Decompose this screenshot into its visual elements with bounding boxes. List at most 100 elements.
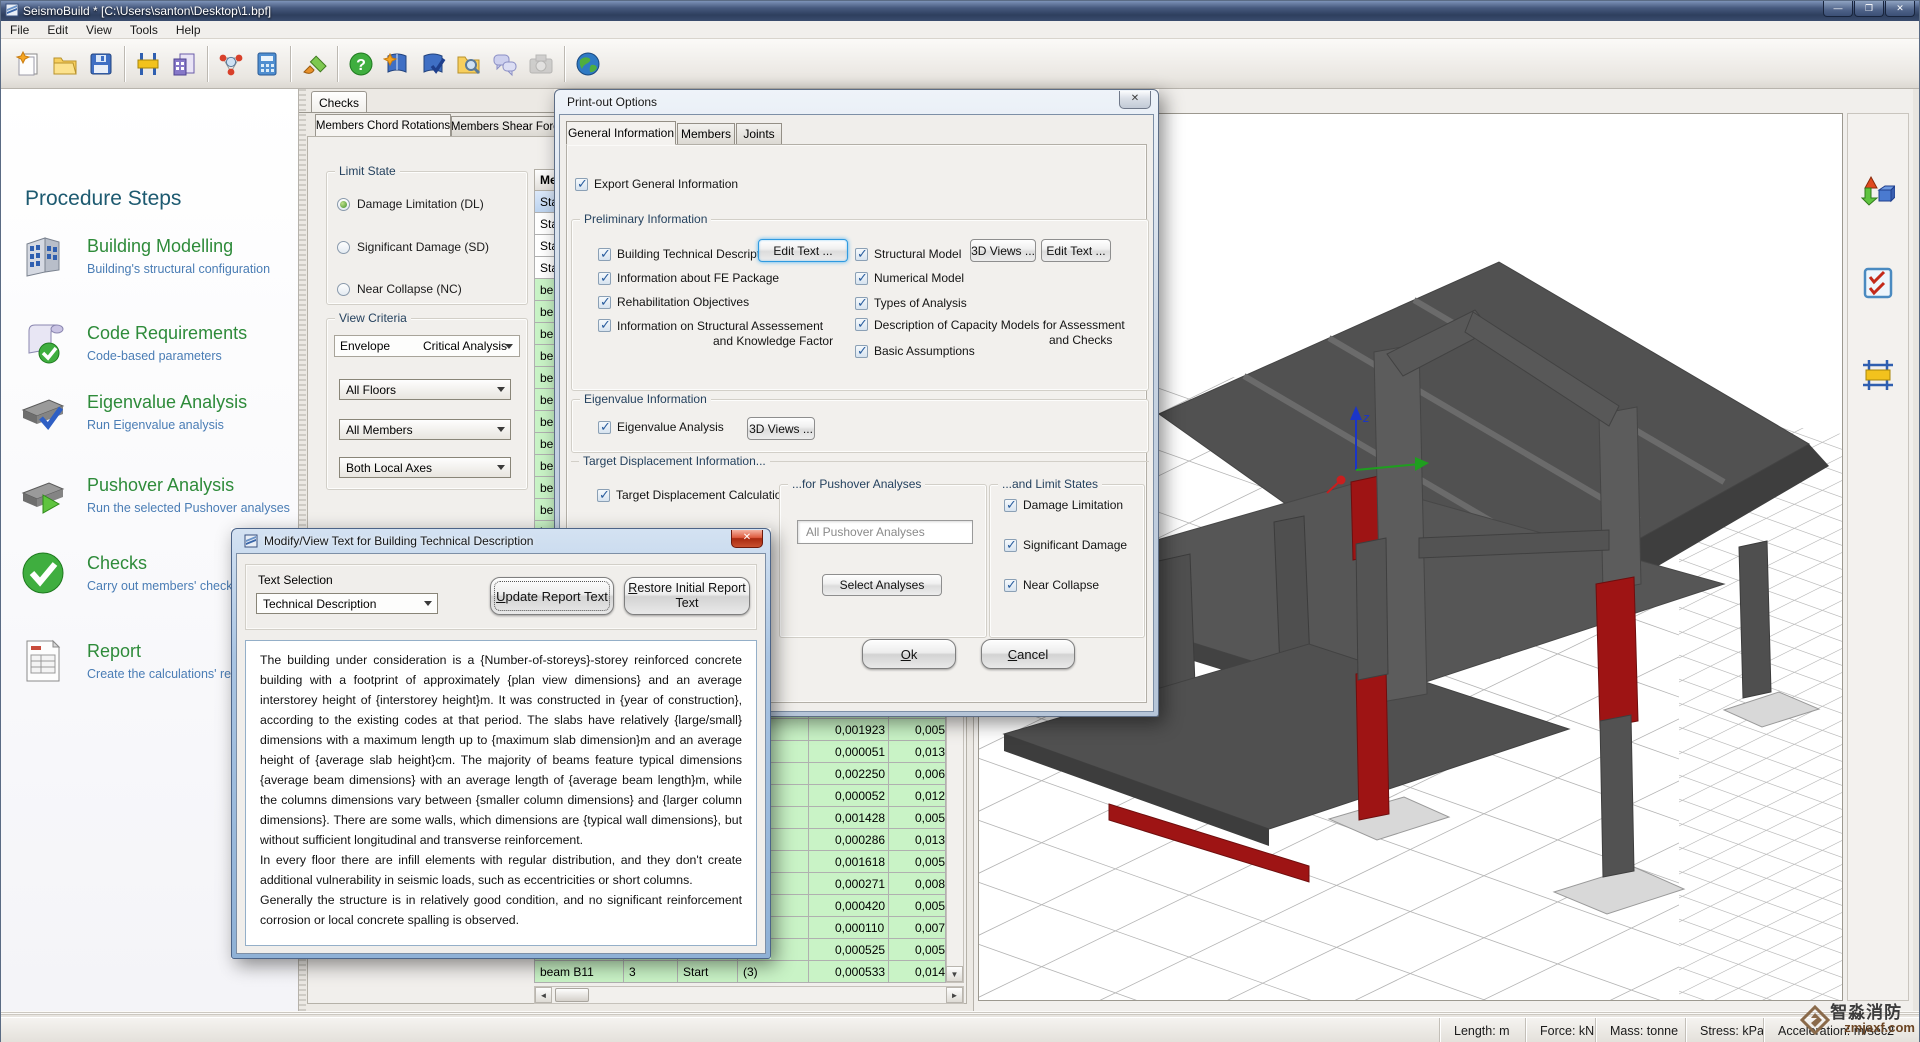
checkbox-information-fe-package[interactable]: Information about FE Package	[598, 271, 779, 285]
checkbox-rehabilitation-objectives[interactable]: Rehabilitation Objectives	[598, 295, 749, 309]
checkbox-types-of-analysis[interactable]: Types of Analysis	[855, 296, 967, 310]
tab-members-chord-rotations[interactable]: Members Chord Rotations	[315, 114, 451, 136]
table-row[interactable]: beam B11 3 Start (3) 0,000533 0,014976	[534, 961, 964, 983]
tab-general-information[interactable]: General Information	[566, 121, 676, 145]
chevron-down-icon	[424, 601, 432, 606]
ok-button[interactable]: Ok	[862, 639, 956, 669]
comments-icon[interactable]	[487, 45, 523, 83]
edit-text-button[interactable]: Edit Text ...	[758, 239, 848, 262]
sidebar-item-building-modelling[interactable]: Building Modelling Building's structural…	[13, 236, 293, 294]
menu-file[interactable]: File	[1, 22, 38, 38]
select-analyses-button[interactable]: Select Analyses	[822, 574, 942, 596]
menu-view[interactable]: View	[77, 22, 121, 38]
axes-dropdown[interactable]: Both Local Axes	[339, 457, 511, 478]
calculator-icon[interactable]	[249, 45, 285, 83]
radio-damage-limitation[interactable]: Damage Limitation (DL)	[337, 197, 484, 211]
slab-check-icon	[19, 388, 67, 436]
building-report-icon[interactable]	[166, 45, 202, 83]
views-3d-button-eigen[interactable]: 3D Views ...	[747, 417, 815, 440]
menu-tools[interactable]: Tools	[121, 22, 167, 38]
folder-search-icon[interactable]	[451, 45, 487, 83]
paragraph: Generally the structure is in relatively…	[260, 890, 742, 930]
pushover-analyses-group: ...for Pushover Analyses All Pushover An…	[779, 484, 987, 638]
limit-states-group: ...and Limit States Damage Limitation Si…	[989, 484, 1145, 638]
sidebar-item-code-requirements[interactable]: Code Requirements Code-based parameters	[13, 323, 293, 381]
help-icon[interactable]: ?	[343, 45, 379, 83]
save-icon[interactable]	[83, 45, 119, 83]
scroll-down-arrow[interactable]: ▼	[946, 966, 963, 982]
table-horizontal-scrollbar[interactable]: ◄ ►	[534, 986, 964, 1004]
tab-members-shear-forces[interactable]: Members Shear Forces	[451, 116, 571, 138]
restore-button[interactable]: ❐	[1854, 1, 1884, 17]
view-criteria-label: View Criteria	[335, 311, 411, 325]
checkbox-label: Significant Damage	[1023, 538, 1127, 552]
floors-dropdown[interactable]: All Floors	[339, 379, 511, 400]
scroll-right-arrow[interactable]: ►	[946, 987, 963, 1003]
radio-near-collapse[interactable]: Near Collapse (NC)	[337, 282, 462, 296]
technical-description-textarea[interactable]: The building under consideration is a {N…	[245, 640, 757, 946]
checkbox-icon	[855, 248, 868, 261]
main-toolbar: ?	[1, 39, 1919, 89]
checkbox-significant-damage[interactable]: Significant Damage	[1004, 538, 1127, 552]
update-report-text-button[interactable]: Update Report Text	[490, 577, 614, 615]
tab-checks[interactable]: Checks	[311, 91, 367, 113]
open-folder-icon[interactable]	[47, 45, 83, 83]
table-cell: 0,000052	[809, 785, 889, 807]
dialog-close-icon[interactable]: ✕	[731, 530, 763, 548]
checkbox-label: Basic Assumptions	[874, 344, 975, 358]
cancel-button[interactable]: Cancel	[981, 639, 1075, 669]
checkbox-export-general[interactable]: Export General Information	[575, 177, 738, 191]
limit-state-group: Limit State Damage Limitation (DL) Signi…	[326, 171, 528, 305]
book-check-icon[interactable]	[415, 45, 451, 83]
orientation-icon[interactable]	[1861, 174, 1895, 208]
edit-text-button-2[interactable]: Edit Text ...	[1041, 239, 1111, 262]
group-label: Preliminary Information	[580, 212, 711, 226]
new-file-icon[interactable]	[11, 45, 47, 83]
checkbox-eigenvalue-analysis[interactable]: Eigenvalue Analysis	[598, 420, 724, 434]
close-button[interactable]: ✕	[1885, 1, 1915, 17]
brush-icon[interactable]	[296, 45, 332, 83]
tab-joints[interactable]: Joints	[736, 123, 782, 145]
members-dropdown[interactable]: All Members	[339, 419, 511, 440]
pushover-analyses-input[interactable]: All Pushover Analyses	[797, 520, 973, 544]
camera-icon[interactable]	[523, 45, 559, 83]
group-label: ...and Limit States	[998, 477, 1102, 491]
checkbox-near-collapse[interactable]: Near Collapse	[1004, 578, 1099, 592]
checkbox-label: Types of Analysis	[874, 296, 967, 310]
checkbox-icon	[598, 319, 611, 332]
tab-members[interactable]: Members	[677, 123, 735, 145]
sidebar-item-eigenvalue-analysis[interactable]: Eigenvalue Analysis Run Eigenvalue analy…	[13, 392, 293, 450]
model-3d-icon[interactable]	[213, 45, 249, 83]
menu-edit[interactable]: Edit	[38, 22, 77, 38]
frame-icon[interactable]	[1861, 358, 1895, 392]
scroll-left-arrow[interactable]: ◄	[535, 987, 552, 1003]
book-star-icon[interactable]	[379, 45, 415, 83]
checkbox-basic-assumptions[interactable]: Basic Assumptions	[855, 344, 975, 358]
scroll-thumb[interactable]	[555, 988, 589, 1002]
eigenvalue-information-group: Eigenvalue Information Eigenvalue Analys…	[571, 399, 1149, 453]
dialog-close-icon[interactable]: ✕	[1119, 91, 1151, 109]
checkbox-target-displacement[interactable]: Target Displacement Calculations	[597, 488, 794, 502]
status-mass: Mass: tonne	[1595, 1018, 1685, 1042]
checklist-icon[interactable]	[1861, 266, 1895, 300]
text-selection-dropdown[interactable]: Technical Description	[256, 593, 438, 614]
globe-icon[interactable]	[570, 45, 606, 83]
checkbox-damage-limitation[interactable]: Damage Limitation	[1004, 498, 1123, 512]
restore-initial-report-text-button[interactable]: Restore Initial Report Text	[624, 577, 750, 615]
watermark-line2: zmjaxf.com	[1844, 1020, 1915, 1035]
envelope-analysis-combo[interactable]: Envelope Critical Analysis	[334, 335, 520, 357]
frame-elements-icon[interactable]	[130, 45, 166, 83]
radio-significant-damage[interactable]: Significant Damage (SD)	[337, 240, 489, 254]
checkbox-icon	[598, 421, 611, 434]
menu-help[interactable]: Help	[167, 22, 210, 38]
views-3d-button[interactable]: 3D Views ...	[970, 239, 1036, 262]
table-cell: (3)	[738, 961, 809, 983]
checkbox-structural-model[interactable]: Structural Model	[855, 247, 961, 261]
checkbox-numerical-model[interactable]: Numerical Model	[855, 271, 964, 285]
checkbox-capacity-models[interactable]: Description of Capacity Models for Asses…	[855, 318, 1125, 347]
sidebar-item-pushover-analysis[interactable]: Pushover Analysis Run the selected Pusho…	[13, 475, 293, 533]
checkbox-label: Numerical Model	[874, 271, 964, 285]
checkbox-structural-assessment[interactable]: Information on Structural Assessementand…	[598, 319, 833, 348]
minimize-button[interactable]: —	[1823, 1, 1853, 17]
checkbox-building-technical-description[interactable]: Building Technical Description	[598, 247, 776, 261]
